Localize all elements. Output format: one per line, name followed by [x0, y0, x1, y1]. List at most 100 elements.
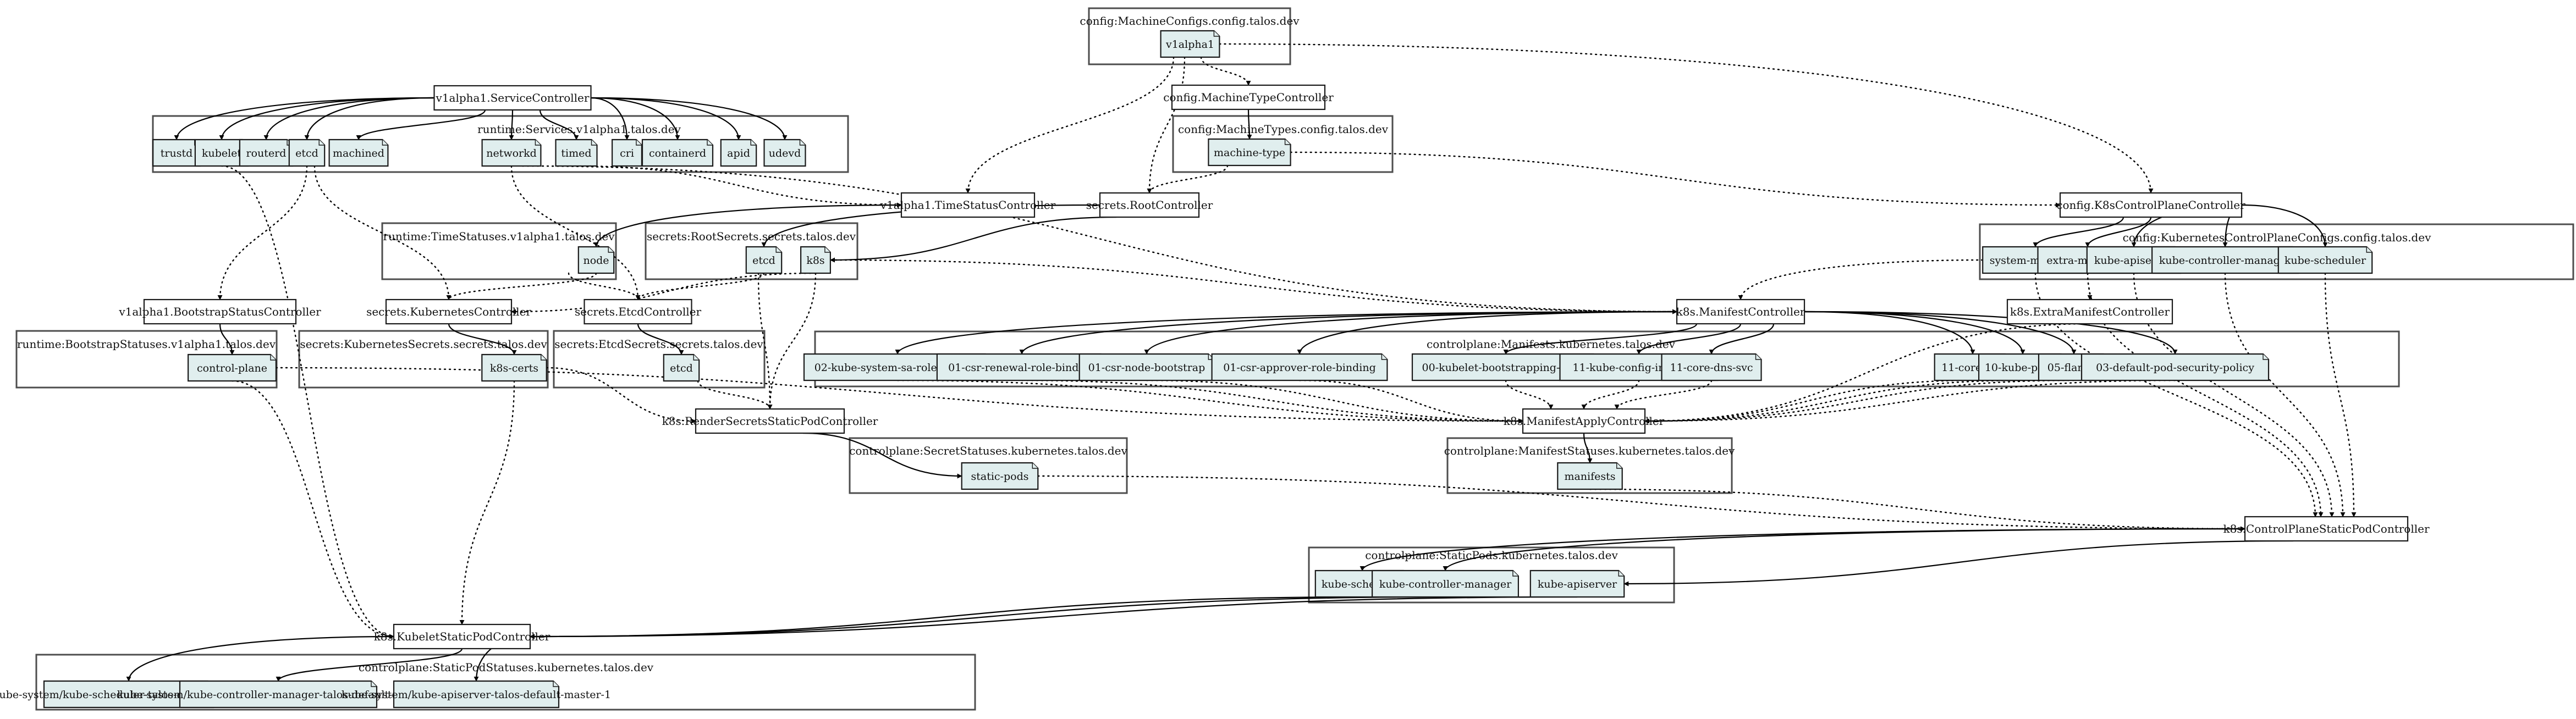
resource-node-manifests[interactable]: manifests [1557, 462, 1623, 490]
controller-label: secrets.KubernetesController [366, 305, 531, 318]
resource-label: 01-csr-approver-role-binding [1223, 362, 1376, 374]
dependency-edge [1589, 488, 2246, 532]
controller-node-config-machinetypecontroller[interactable]: config.MachineTypeController [1163, 84, 1334, 110]
resource-node-etcd[interactable]: etcd [745, 246, 783, 274]
resource-node-cri[interactable]: cri [612, 139, 642, 167]
cluster-label: config:MachineTypes.config.talos.dev [1178, 123, 1389, 136]
dependency-edge [217, 165, 308, 301]
controller-node-v1alpha1-timestatuscontroller[interactable]: v1alpha1.TimeStatusController [880, 192, 1056, 218]
resource-label: machine-type [1214, 147, 1285, 159]
dependency-graph: config:MachineConfigs.config.talos.dev ru… [0, 7, 2574, 711]
cluster-label: runtime:Services.v1alpha1.talos.dev [477, 123, 681, 136]
resource-node-machined[interactable]: machined [328, 139, 389, 167]
resource-label: etcd [752, 255, 775, 267]
resource-label: k8s [806, 255, 824, 267]
resource-node-networkd[interactable]: networkd [481, 139, 542, 167]
resource-node-kube-apiserver[interactable]: kube-apiserver [1529, 569, 1625, 598]
resource-label: kube-controller-manager [1379, 578, 1512, 590]
resource-node-containerd[interactable]: containerd [641, 139, 714, 167]
resource-node-kube-scheduler[interactable]: kube-scheduler [2277, 246, 2373, 274]
controller-label: k8s.ManifestController [1676, 305, 1806, 318]
controller-label: k8s.KubeletStaticPodController [374, 630, 551, 643]
resource-node-03-default-pod-security-policy[interactable]: 03-default-pod-security-policy [2080, 353, 2270, 381]
dependency-edge [459, 380, 515, 626]
dependency-edge [221, 165, 395, 639]
resource-label: kube-controller-manager [2159, 255, 2292, 267]
resource-node-node[interactable]: node [577, 246, 615, 274]
cluster-label: controlplane:StaticPodStatuses.kubernete… [359, 661, 654, 674]
resource-node-etcd[interactable]: etcd [288, 139, 326, 167]
resource-label: control-plane [197, 362, 267, 374]
controller-node-k8s-rendersecretsstaticpodcontroller[interactable]: k8s.RenderSecretsStaticPodController [662, 408, 878, 434]
controller-label: v1alpha1.BootstrapStatusController [118, 305, 321, 318]
controller-node-k8s-manifestapplycontroller[interactable]: k8s.ManifestApplyController [1504, 408, 1665, 434]
resource-label: 01-csr-node-bootstrap [1088, 362, 1206, 374]
cluster-label: config:MachineConfigs.config.talos.dev [1080, 14, 1300, 27]
controller-label: k8s.ManifestApplyController [1504, 414, 1665, 428]
resource-label: kubelet [202, 147, 241, 159]
resource-node-01-csr-approver-role-binding[interactable]: 01-csr-approver-role-binding [1211, 353, 1388, 381]
resource-node-etcd[interactable]: etcd [663, 353, 700, 382]
resource-node-udevd[interactable]: udevd [763, 139, 806, 167]
resource-label: routerd [246, 147, 287, 159]
dependency-edge [767, 272, 817, 410]
resource-label: k8s-certs [490, 362, 538, 374]
resource-label: kube-apiserver [1538, 578, 1617, 590]
controller-label: secrets.EtcdController [575, 305, 701, 318]
dependency-edge [1290, 151, 2061, 208]
resource-label: 11-core-dns-svc [1670, 362, 1753, 374]
controller-node-k8s-kubeletstaticpodcontroller[interactable]: k8s.KubeletStaticPodController [374, 623, 551, 650]
cluster-label: secrets:RootSecrets.secrets.talos.dev [647, 230, 856, 243]
dependency-edge [2324, 272, 2357, 518]
controller-label: config.K8sControlPlaneController [2056, 198, 2245, 212]
controller-node-secrets-kubernetescontroller[interactable]: secrets.KubernetesController [366, 298, 531, 325]
controller-node-k8s-controlplanestaticpodcontroller[interactable]: k8s.ControlPlaneStaticPodController [2223, 516, 2430, 542]
resource-node-control-plane[interactable]: control-plane [188, 353, 277, 382]
resource-label: cri [620, 147, 634, 159]
output-edge [1623, 540, 2294, 587]
output-edge [530, 596, 1446, 639]
resource-node-trustd[interactable]: trustd [152, 139, 201, 167]
resource-node-apid[interactable]: apid [720, 139, 757, 167]
controller-label: k8s.ExtraManifestController [2010, 305, 2170, 318]
resource-node-routerd[interactable]: routerd [239, 139, 294, 167]
resource-label: kube-system/kube-apiserver-talos-default… [342, 689, 611, 701]
resource-node-k8s-certs[interactable]: k8s-certs [481, 353, 547, 382]
resource-node-k8s[interactable]: k8s [800, 246, 831, 274]
resource-label: trustd [161, 147, 193, 159]
controller-node-k8s-manifestcontroller[interactable]: k8s.ManifestController [1676, 298, 1806, 325]
controller-label: v1alpha1.TimeStatusController [880, 198, 1056, 212]
cluster-label: runtime:BootstrapStatuses.v1alpha1.talos… [17, 338, 276, 351]
controller-label: config.MachineTypeController [1163, 91, 1334, 104]
controller-label: k8s.RenderSecretsStaticPodController [662, 414, 878, 428]
resource-node-kube-controller-manager[interactable]: kube-controller-manager [2151, 246, 2299, 274]
resource-label: 01-csr-renewal-role-binding [948, 362, 1096, 374]
resource-node-v1alpha1[interactable]: v1alpha1 [1160, 30, 1220, 58]
resource-node-01-csr-node-bootstrap[interactable]: 01-csr-node-bootstrap [1078, 353, 1215, 381]
resource-node-kube-controller-manager[interactable]: kube-controller-manager [1372, 569, 1519, 598]
resource-node-11-core-dns-svc[interactable]: 11-core-dns-svc [1661, 353, 1762, 381]
controller-label: k8s.ControlPlaneStaticPodController [2223, 522, 2429, 535]
resource-label: etcd [670, 362, 693, 374]
controller-node-k8s-extramanifestcontroller[interactable]: k8s.ExtraManifestController [2006, 298, 2173, 325]
resource-label: manifests [1564, 471, 1615, 483]
dependency-edge [965, 56, 1175, 194]
resource-node-timed[interactable]: timed [555, 139, 598, 167]
controller-node-secrets-etcdcontroller[interactable]: secrets.EtcdController [575, 298, 701, 325]
controller-node-v1alpha1-servicecontroller[interactable]: v1alpha1.ServiceController [433, 85, 592, 111]
controller-node-v1alpha1-bootstrapstatuscontroller[interactable]: v1alpha1.BootstrapStatusController [118, 298, 321, 325]
controller-label: v1alpha1.ServiceController [436, 91, 590, 104]
resource-label: 03-default-pod-security-policy [2096, 362, 2254, 374]
controller-node-config-k8scontrolplanecontroller[interactable]: config.K8sControlPlaneController [2056, 192, 2245, 218]
resource-node-machine-type[interactable]: machine-type [1208, 138, 1291, 167]
dependency-edge [1738, 259, 1984, 301]
cluster-label: config:KubernetesControlPlaneConfigs.con… [2123, 231, 2431, 244]
output-edge [530, 596, 1363, 639]
resource-label: timed [561, 147, 591, 159]
resource-label: static-pods [971, 471, 1028, 483]
controller-node-secrets-rootcontroller[interactable]: secrets.RootController [1086, 192, 1213, 218]
resource-label: node [583, 255, 609, 267]
resource-label: udevd [769, 147, 801, 159]
dependency-edge [231, 380, 395, 639]
resource-node-static-pods[interactable]: static-pods [961, 462, 1039, 490]
